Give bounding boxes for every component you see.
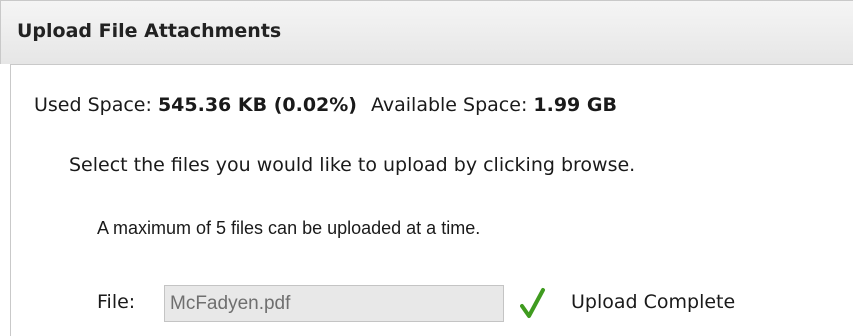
dialog-title: Upload File Attachments xyxy=(17,20,282,42)
available-space-label: Available Space: xyxy=(371,94,528,116)
upload-dialog: Upload File Attachments Used Space: 545.… xyxy=(0,0,853,336)
max-files-note: A maximum of 5 files can be uploaded at … xyxy=(97,218,481,238)
file-input[interactable]: McFadyen.pdf xyxy=(164,285,504,322)
upload-status: Upload Complete xyxy=(571,291,736,313)
available-space-value: 1.99 GB xyxy=(533,94,617,116)
dialog-header: Upload File Attachments xyxy=(0,0,853,64)
checkmark-icon xyxy=(520,288,545,318)
used-space-label: Used Space: xyxy=(34,94,152,116)
browse-instructions: Select the files you would like to uploa… xyxy=(69,154,636,176)
used-space-value: 545.36 KB (0.02%) xyxy=(157,94,357,116)
file-label: File: xyxy=(97,291,136,313)
storage-summary: Used Space: 545.36 KB (0.02%) Available S… xyxy=(34,94,617,116)
